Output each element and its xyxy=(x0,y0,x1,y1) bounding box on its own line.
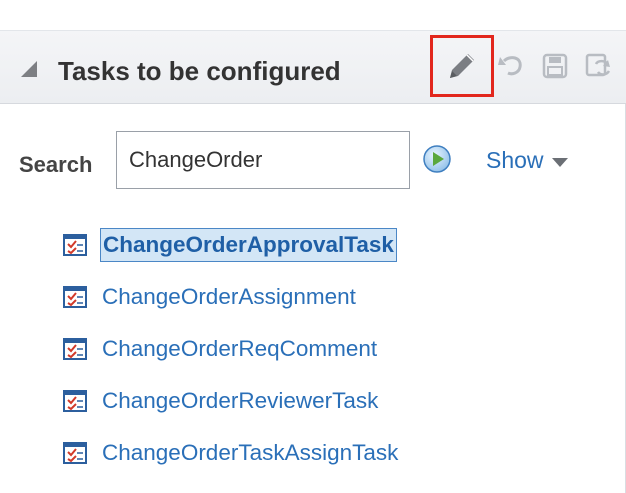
save-button[interactable] xyxy=(540,53,570,83)
undo-icon xyxy=(496,51,526,86)
task-form-icon xyxy=(62,440,88,466)
task-form-icon xyxy=(62,388,88,414)
chevron-down-icon xyxy=(551,158,568,167)
edit-button[interactable] xyxy=(430,35,494,97)
search-input[interactable] xyxy=(116,131,410,189)
show-menu[interactable]: Show xyxy=(486,147,568,174)
task-label: ChangeOrderReqComment xyxy=(102,336,378,361)
task-label: ChangeOrderReviewerTask xyxy=(102,388,379,413)
refresh-icon xyxy=(584,51,614,86)
task-form-icon xyxy=(62,284,88,310)
refresh-button[interactable] xyxy=(584,53,614,83)
task-label: ChangeOrderAssignment xyxy=(102,284,356,309)
save-icon xyxy=(541,52,569,85)
panel-title: Tasks to be configured xyxy=(58,56,341,86)
show-label: Show xyxy=(486,147,544,173)
tasks-panel: Tasks to be configured Search ChangeOrde… xyxy=(0,0,626,493)
task-item[interactable]: ChangeOrderApprovalTask xyxy=(62,225,397,265)
task-form-icon xyxy=(62,336,88,362)
pencil-icon xyxy=(445,49,479,83)
task-label: ChangeOrderApprovalTask xyxy=(100,228,397,262)
top-strip xyxy=(0,0,626,31)
search-go-button[interactable] xyxy=(422,144,452,174)
panel-header: Tasks to be configured xyxy=(0,31,626,104)
collapse-triangle-icon[interactable] xyxy=(21,61,37,77)
task-item[interactable]: ChangeOrderReviewerTask xyxy=(62,381,380,421)
search-label: Search xyxy=(19,152,93,177)
task-label: ChangeOrderTaskAssignTask xyxy=(102,440,399,465)
task-form-icon xyxy=(62,232,88,258)
play-icon xyxy=(422,145,452,178)
task-item[interactable]: ChangeOrderTaskAssignTask xyxy=(62,433,400,473)
task-item[interactable]: ChangeOrderAssignment xyxy=(62,277,358,317)
task-item[interactable]: ChangeOrderReqComment xyxy=(62,329,379,369)
undo-button[interactable] xyxy=(496,53,526,83)
